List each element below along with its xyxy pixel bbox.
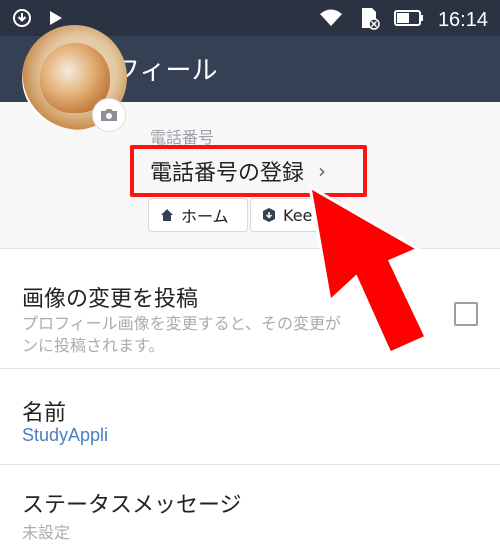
home-icon [161,209,173,221]
name-value: StudyAppli [22,425,109,445]
chevron-right-icon: › [318,159,327,183]
red-arrow-annotation [308,185,428,355]
status-message-row[interactable]: ステータスメッセージ 未設定 [0,464,500,556]
camera-button[interactable] [92,98,126,132]
download-icon [12,8,32,32]
status-right-icons: 16:14 [318,6,488,34]
battery-icon [393,9,424,31]
sd-card-icon [358,6,380,34]
status-message-value: 未設定 [22,523,71,542]
status-message-title: ステータスメッセージ [22,493,242,518]
name-row[interactable]: 名前 StudyAppli [0,368,500,464]
post-change-checkbox[interactable] [454,302,478,326]
home-button-label: ホーム [181,207,229,226]
post-change-title: 画像の変更を投稿 [22,287,199,312]
phone-register-label: 電話番号の登録 [150,161,305,186]
camera-icon [101,109,117,121]
clock-time: 16:14 [437,8,488,31]
home-button[interactable]: ホーム [148,198,248,232]
wifi-icon [318,8,344,32]
name-title: 名前 [22,401,67,426]
keep-icon [263,208,275,222]
